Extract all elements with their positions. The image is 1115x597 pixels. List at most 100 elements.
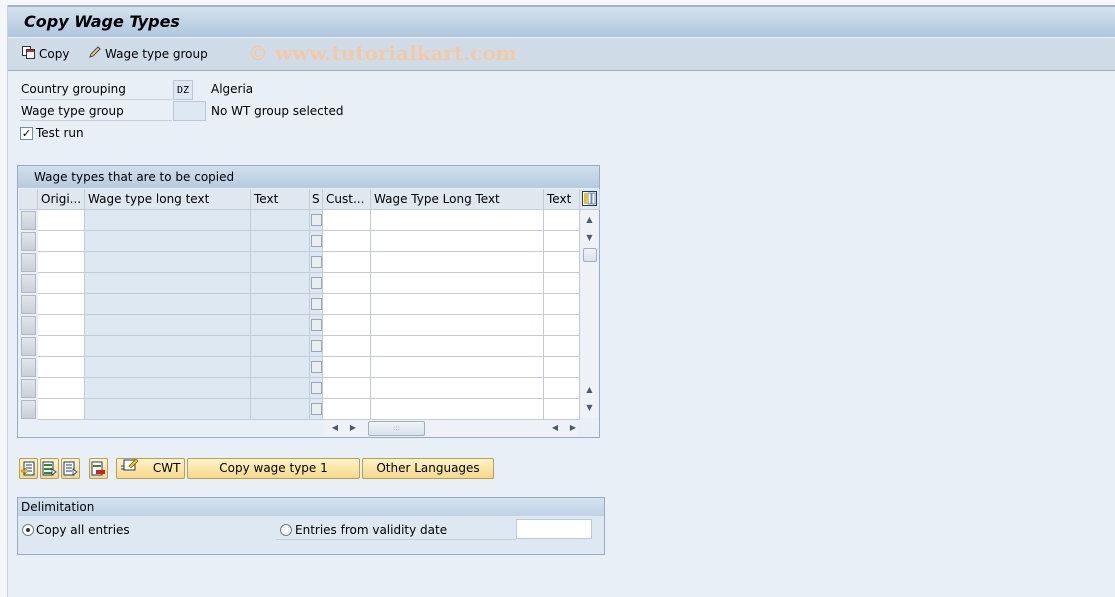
cell-customer[interactable]: [323, 336, 371, 357]
cell-original[interactable]: [38, 357, 85, 378]
row-checkbox[interactable]: [311, 214, 322, 226]
row-selector[interactable]: [21, 232, 36, 251]
cell-original[interactable]: [38, 315, 85, 336]
select-all-button[interactable]: [61, 458, 80, 479]
cell-wage-type-long-text[interactable]: [85, 378, 251, 399]
row-selector[interactable]: [21, 337, 36, 356]
row-selector[interactable]: [21, 295, 36, 314]
scroll-page-down-icon[interactable]: ▼: [581, 400, 598, 416]
cell-s[interactable]: [310, 399, 323, 420]
cell-original[interactable]: [38, 378, 85, 399]
cell-customer-long-text[interactable]: [371, 273, 544, 294]
cell-customer[interactable]: [323, 210, 371, 231]
row-checkbox[interactable]: [311, 340, 322, 352]
select-block-button[interactable]: [40, 458, 59, 479]
row-selector[interactable]: [21, 253, 36, 272]
cell-customer[interactable]: [323, 378, 371, 399]
country-grouping-field[interactable]: DZ: [173, 80, 193, 100]
cell-text[interactable]: [251, 294, 310, 315]
cell-customer-text[interactable]: [544, 357, 580, 378]
cell-wage-type-long-text[interactable]: [85, 252, 251, 273]
cell-wage-type-long-text[interactable]: [85, 357, 251, 378]
scroll-far-right-icon[interactable]: ▶: [566, 420, 580, 436]
row-selector[interactable]: [21, 274, 36, 293]
row-selector[interactable]: [21, 211, 36, 230]
cell-customer-text[interactable]: [544, 231, 580, 252]
horizontal-scrollbar[interactable]: ◀ ▶ ::: ◀ ▶: [324, 420, 578, 436]
cell-customer[interactable]: [323, 273, 371, 294]
cell-customer-long-text[interactable]: [371, 336, 544, 357]
cell-text[interactable]: [251, 210, 310, 231]
cell-wage-type-long-text[interactable]: [85, 273, 251, 294]
cell-wage-type-long-text[interactable]: [85, 210, 251, 231]
scroll-left-icon[interactable]: ◀: [328, 420, 342, 436]
column-header-text[interactable]: Text: [251, 189, 310, 210]
cell-s[interactable]: [310, 252, 323, 273]
row-selector[interactable]: [21, 379, 36, 398]
cell-customer[interactable]: [323, 315, 371, 336]
scroll-page-up-icon[interactable]: ▲: [581, 382, 598, 398]
cell-s[interactable]: [310, 294, 323, 315]
row-checkbox[interactable]: [311, 361, 322, 373]
cell-customer-text[interactable]: [544, 399, 580, 420]
cell-original[interactable]: [38, 399, 85, 420]
cell-customer-text[interactable]: [544, 294, 580, 315]
other-languages-button[interactable]: Other Languages: [362, 458, 494, 479]
column-header-s[interactable]: S: [310, 189, 323, 210]
row-checkbox[interactable]: [311, 298, 322, 310]
cell-customer-text[interactable]: [544, 252, 580, 273]
delete-row-button[interactable]: [89, 458, 108, 479]
cell-original[interactable]: [38, 294, 85, 315]
copy-all-entries-radio[interactable]: [22, 524, 34, 536]
horizontal-scroll-thumb[interactable]: :::: [368, 421, 425, 436]
entries-from-validity-date-radio[interactable]: [280, 524, 292, 536]
row-checkbox[interactable]: [311, 256, 322, 268]
cell-customer-text[interactable]: [544, 315, 580, 336]
cell-customer[interactable]: [323, 294, 371, 315]
cell-customer-long-text[interactable]: [371, 231, 544, 252]
cell-customer-long-text[interactable]: [371, 252, 544, 273]
cell-s[interactable]: [310, 378, 323, 399]
insert-row-button[interactable]: [19, 458, 38, 479]
scroll-up-icon[interactable]: ▲: [581, 212, 598, 228]
cell-text[interactable]: [251, 357, 310, 378]
cell-customer-long-text[interactable]: [371, 210, 544, 231]
cell-s[interactable]: [310, 273, 323, 294]
row-selector[interactable]: [21, 316, 36, 335]
cell-text[interactable]: [251, 252, 310, 273]
row-checkbox[interactable]: [311, 319, 322, 331]
cell-wage-type-long-text[interactable]: [85, 294, 251, 315]
cell-customer-long-text[interactable]: [371, 315, 544, 336]
test-run-checkbox[interactable]: ✓: [20, 127, 33, 140]
cell-original[interactable]: [38, 210, 85, 231]
cell-wage-type-long-text[interactable]: [85, 315, 251, 336]
cell-customer-long-text[interactable]: [371, 378, 544, 399]
cell-original[interactable]: [38, 252, 85, 273]
row-checkbox[interactable]: [311, 277, 322, 289]
row-checkbox[interactable]: [311, 403, 322, 415]
row-checkbox[interactable]: [311, 382, 322, 394]
cell-customer[interactable]: [323, 399, 371, 420]
wage-type-group-button[interactable]: Wage type group: [88, 46, 208, 62]
row-selector[interactable]: [21, 358, 36, 377]
cell-customer-text[interactable]: [544, 336, 580, 357]
cell-original[interactable]: [38, 231, 85, 252]
cell-wage-type-long-text[interactable]: [85, 399, 251, 420]
cell-text[interactable]: [251, 231, 310, 252]
cell-s[interactable]: [310, 231, 323, 252]
row-selector[interactable]: [21, 400, 36, 419]
select-all-header[interactable]: [19, 189, 38, 210]
scroll-far-left-icon[interactable]: ◀: [548, 420, 562, 436]
cell-original[interactable]: [38, 336, 85, 357]
cell-customer[interactable]: [323, 357, 371, 378]
cell-text[interactable]: [251, 378, 310, 399]
cell-s[interactable]: [310, 357, 323, 378]
scroll-down-icon[interactable]: ▼: [581, 230, 598, 246]
column-header-customer-text[interactable]: Text: [544, 189, 580, 210]
copy-button[interactable]: Copy: [22, 46, 69, 62]
copy-wage-type-button[interactable]: Copy wage type 1: [187, 458, 360, 479]
column-header-wage-type-long-text[interactable]: Wage type long text: [85, 189, 251, 210]
cwt-button[interactable]: CWT: [116, 458, 185, 479]
cell-s[interactable]: [310, 336, 323, 357]
cell-customer-long-text[interactable]: [371, 357, 544, 378]
